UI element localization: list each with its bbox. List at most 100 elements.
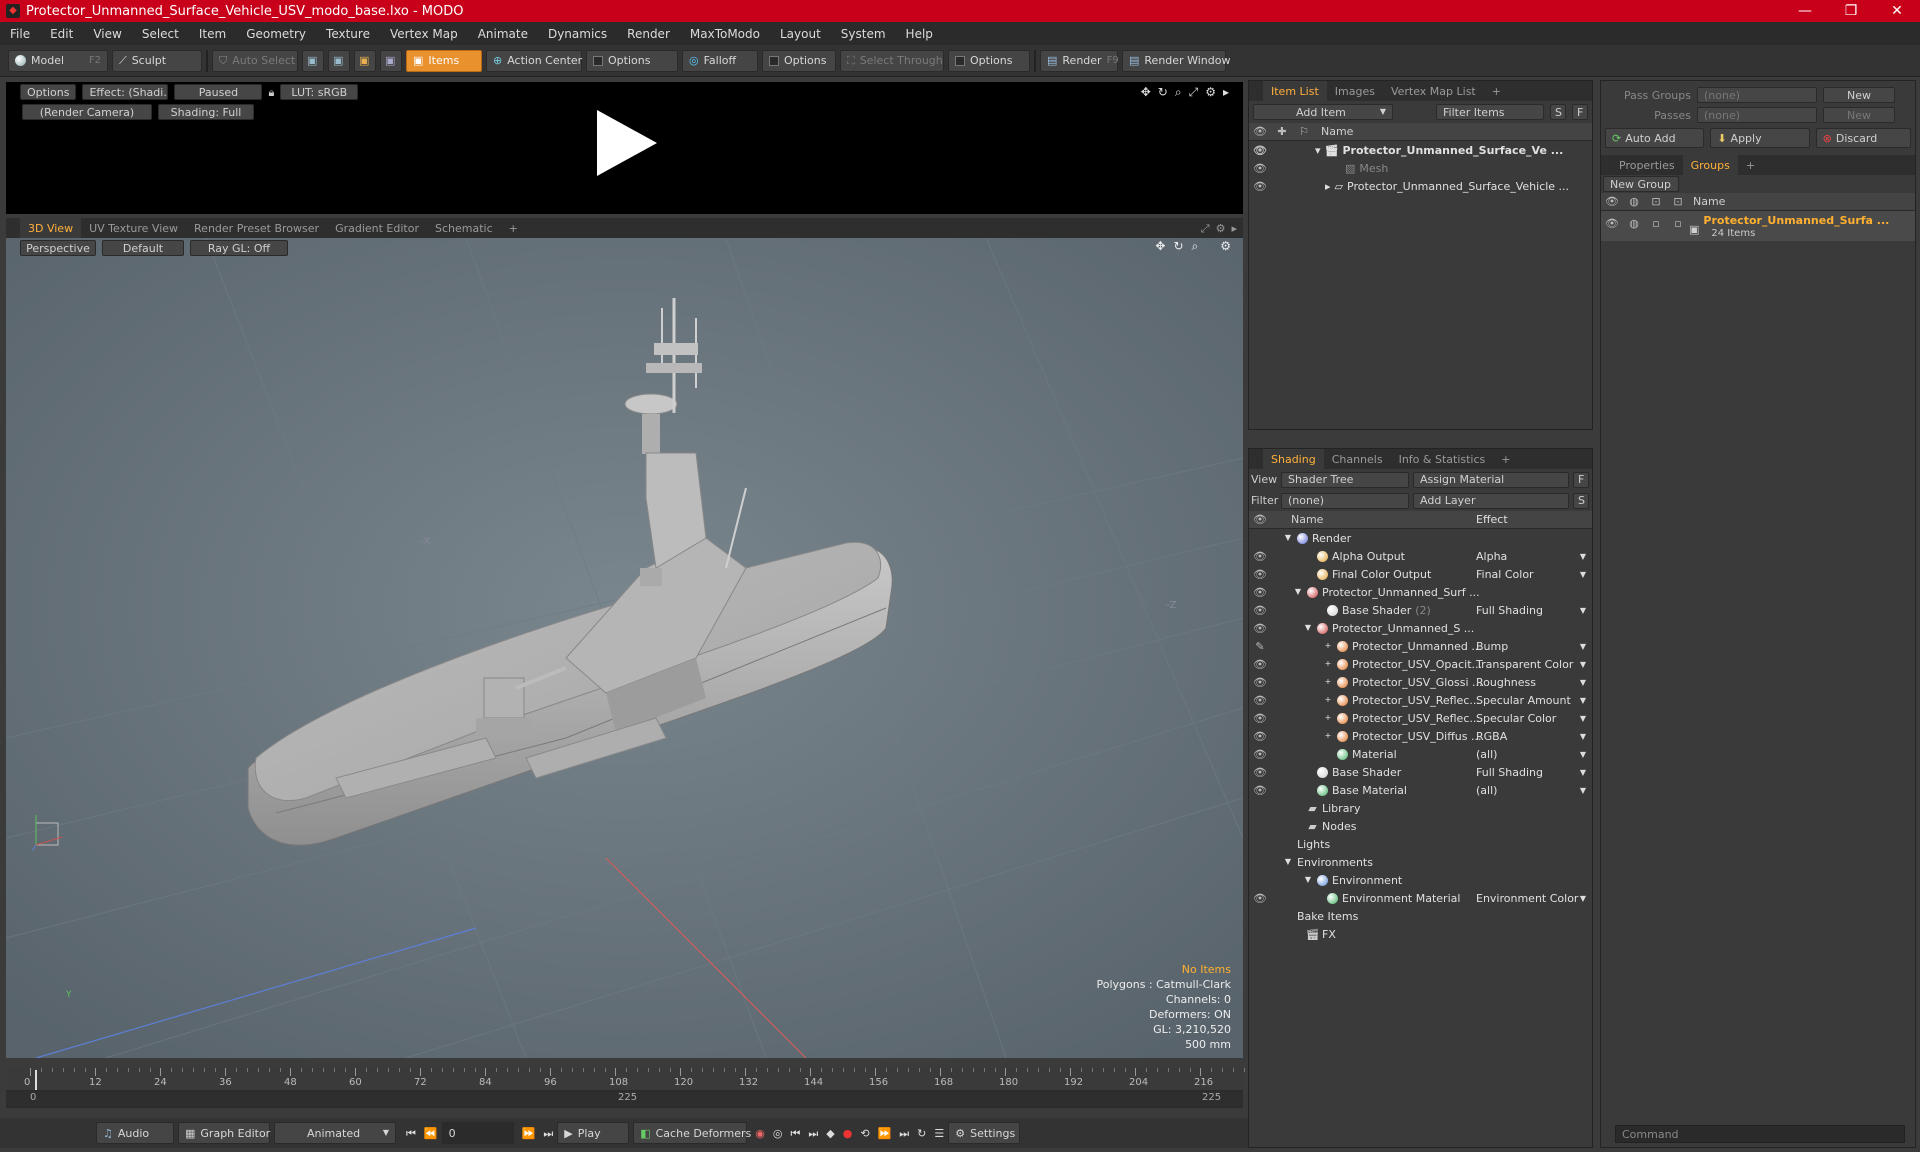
preview-options-button[interactable]: Options	[20, 84, 77, 100]
gear-icon[interactable]: ⚙	[1216, 223, 1226, 234]
auto-select-button[interactable]: ⛉ Auto Select	[212, 49, 298, 72]
expand-plus-icon[interactable]: +	[1323, 642, 1333, 650]
tab-gradient-editor[interactable]: Gradient Editor	[327, 218, 427, 238]
group-row[interactable]: 👁︎ ◍ ▫ ▫ ▣ Protector_Unmanned_Surfa ... …	[1601, 211, 1915, 241]
command-input[interactable]: Command	[1615, 1125, 1905, 1143]
step-forward-icon[interactable]: ⏩	[522, 1128, 536, 1139]
menu-help[interactable]: Help	[896, 27, 943, 41]
apply-button[interactable]: ⬇ Apply	[1710, 128, 1810, 148]
arrow-right-icon[interactable]: ▸	[1231, 223, 1237, 234]
visibility-eye-icon[interactable]: 👁︎	[1249, 162, 1271, 175]
caret-right-icon[interactable]: ▸	[1325, 181, 1331, 192]
shader-tree-row[interactable]: 👁︎ Base Material (all) ▼	[1249, 781, 1592, 799]
menu-item[interactable]: Item	[189, 27, 236, 41]
perspective-dropdown[interactable]: Perspective	[20, 240, 96, 256]
3d-viewport[interactable]: Perspective Default Ray GL: Off ✥ ↻ ⌕ ⚙ …	[6, 238, 1243, 1058]
model-mode-button[interactable]: Model F2	[8, 49, 108, 72]
shader-tree-row[interactable]: 👁︎ + Protector_USV_Diffus ... RGBA ▼	[1249, 727, 1592, 745]
playhead[interactable]	[35, 1070, 37, 1090]
select-toggle-icon[interactable]: ▫	[1667, 211, 1689, 241]
chevron-down-icon[interactable]: ▼	[1580, 642, 1586, 651]
zoom-icon[interactable]: ⌕	[1175, 86, 1182, 98]
tab-uv-texture-view[interactable]: UV Texture View	[81, 218, 186, 238]
tab-vertex-map-list[interactable]: Vertex Map List	[1383, 81, 1484, 101]
raygl-dropdown[interactable]: Ray GL: Off	[190, 240, 288, 256]
animated-dropdown[interactable]: Animated ▼	[274, 1122, 396, 1144]
shader-tree-row[interactable]: ▼ Render	[1249, 529, 1592, 547]
step-back-icon[interactable]: ⏪	[424, 1128, 438, 1139]
next-key-icon[interactable]: ⏭	[808, 1128, 818, 1139]
item-row-group[interactable]: 👁︎ ▸ ▱ Protector_Unmanned_Surface_Vehicl…	[1249, 177, 1592, 195]
menu-view[interactable]: View	[83, 27, 131, 41]
select-edges-button[interactable]: ▣	[328, 49, 350, 72]
close-icon[interactable]: ✕	[1874, 0, 1920, 22]
preview-effect-dropdown[interactable]: Effect: (Shadi...	[82, 84, 169, 100]
caret-down-icon[interactable]: ▾	[1315, 145, 1321, 156]
assign-material-input[interactable]: Assign Material	[1413, 471, 1569, 488]
visibility-eye-icon[interactable]: 👁︎	[1249, 892, 1271, 905]
caret-down-icon[interactable]: ▼	[1283, 858, 1293, 866]
menu-layout[interactable]: Layout	[770, 27, 831, 41]
auto-add-button[interactable]: ⟳ Auto Add	[1605, 128, 1705, 148]
add-tab-button[interactable]: +	[501, 218, 526, 238]
expand-plus-icon[interactable]: +	[1323, 732, 1333, 740]
shader-effect-value[interactable]: Alpha	[1476, 550, 1507, 563]
visibility-eye-icon[interactable]: 👁︎	[1249, 586, 1271, 599]
render-button[interactable]: ▤ Render F9	[1040, 49, 1119, 72]
menu-dynamics[interactable]: Dynamics	[538, 27, 617, 41]
skip-start-icon[interactable]: ⏮	[406, 1128, 416, 1139]
chevron-down-icon[interactable]: ▼	[1580, 570, 1586, 579]
shader-tree-row[interactable]: 👁︎ + Protector_USV_Opacit... Transparent Co…	[1249, 655, 1592, 673]
record-icon[interactable]: ●	[843, 1128, 853, 1139]
add-item-dropdown[interactable]: Add Item ▼	[1253, 104, 1393, 120]
pass-groups-dropdown[interactable]: (none)	[1697, 87, 1817, 103]
visibility-eye-icon[interactable]: 👁︎	[1249, 694, 1271, 707]
zoom-icon[interactable]: ⌕	[1192, 240, 1199, 252]
chevron-down-icon[interactable]: ▼	[1580, 552, 1586, 561]
filter-f-button[interactable]: F	[1572, 104, 1588, 120]
visibility-eye-icon[interactable]: 👁︎	[1249, 766, 1271, 779]
tab-item-list[interactable]: Item List	[1263, 81, 1327, 101]
chevron-down-icon[interactable]: ▼	[1580, 714, 1586, 723]
new-group-button[interactable]: New Group	[1603, 176, 1679, 192]
visibility-eye-icon[interactable]: 👁︎	[1249, 622, 1271, 635]
tab-properties[interactable]: Properties	[1611, 155, 1683, 175]
falloff-button[interactable]: ◎ Falloff	[682, 49, 758, 72]
move-icon[interactable]: ✥	[1155, 240, 1165, 252]
shader-tree-row[interactable]: Bake Items	[1249, 907, 1592, 925]
shader-effect-value[interactable]: (all)	[1476, 784, 1497, 797]
add-layer-s-button[interactable]: S	[1573, 492, 1589, 509]
prev-key-icon[interactable]: ⏮	[790, 1128, 800, 1139]
new-pass-button[interactable]: New	[1823, 107, 1895, 123]
visibility-eye-icon[interactable]: 👁︎	[1249, 144, 1271, 157]
sculpt-mode-button[interactable]: ⟋ Sculpt	[112, 49, 202, 72]
select-vertices-button[interactable]: ▣	[302, 49, 324, 72]
rotate-icon[interactable]: ↻	[1158, 86, 1168, 98]
tab-3d-view[interactable]: 3D View	[20, 218, 82, 238]
select-through-options-button[interactable]: Options	[948, 49, 1030, 72]
gear-icon[interactable]: ⚙	[1220, 240, 1231, 252]
arrow-right-icon[interactable]: ▸	[1223, 86, 1229, 98]
render-window-button[interactable]: ▤ Render Window	[1122, 49, 1230, 72]
menu-select[interactable]: Select	[132, 27, 189, 41]
lock-toggle-icon[interactable]: ▫	[1645, 211, 1667, 241]
frame-input[interactable]: 0	[441, 1122, 514, 1144]
visibility-eye-icon[interactable]: 👁︎	[1249, 784, 1271, 797]
cache-deformers-button[interactable]: ◧ Cache Deformers	[633, 1122, 751, 1144]
chevron-down-icon[interactable]: ▼	[1580, 606, 1586, 615]
timeline-range-bar[interactable]: 0 225 225	[6, 1092, 1243, 1106]
options-icon[interactable]: ☰	[934, 1128, 944, 1139]
visibility-eye-icon[interactable]: 👁︎	[1249, 748, 1271, 761]
action-center-button[interactable]: ⊕ Action Center	[486, 49, 582, 72]
chevron-down-icon[interactable]: ▼	[1580, 660, 1586, 669]
skip-key-icon[interactable]: ⏩	[878, 1128, 892, 1139]
select-materials-button[interactable]: ▣	[380, 49, 402, 72]
shader-effect-value[interactable]: (all)	[1476, 748, 1497, 761]
settings-button[interactable]: ⚙ Settings	[948, 1122, 1021, 1144]
shader-effect-value[interactable]: Specular Color	[1476, 712, 1556, 725]
menu-animate[interactable]: Animate	[468, 27, 538, 41]
tab-info-statistics[interactable]: Info & Statistics	[1391, 449, 1494, 469]
play-icon[interactable]	[592, 108, 662, 178]
shader-effect-value[interactable]: Full Shading	[1476, 604, 1543, 617]
passes-dropdown[interactable]: (none)	[1697, 107, 1817, 123]
